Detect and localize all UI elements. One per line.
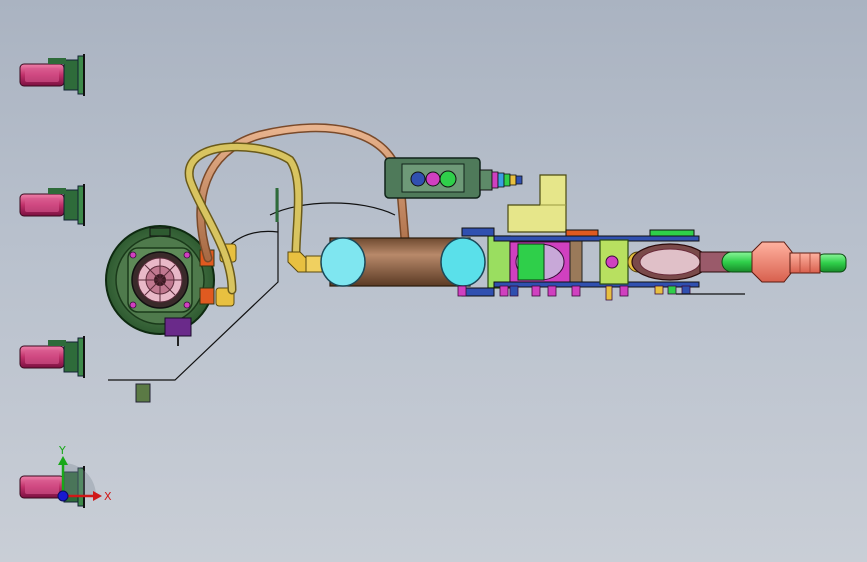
caster-1[interactable] [19,54,85,96]
rotary-turntable[interactable] [105,225,215,335]
axis-triad: X Y [57,444,112,503]
triad-y-arrow-icon [58,456,68,465]
pneumatic-cylinder[interactable] [320,237,486,287]
triad-z-origin-icon [57,490,69,502]
triad-x-arrow-icon [93,491,102,501]
base-foot [135,383,151,403]
caster-2[interactable] [19,184,85,226]
motor-purple[interactable] [164,317,192,346]
model-canvas[interactable]: X Y [0,0,867,562]
roller-guide[interactable] [631,243,731,281]
triad-y-label: Y [58,444,66,457]
cad-viewport[interactable]: X Y [0,0,867,562]
elbow-fitting[interactable] [287,251,323,273]
rod-end[interactable] [751,241,821,283]
caster-3[interactable] [19,336,85,378]
triad-x-label: X [104,490,112,503]
valve-control-box[interactable] [384,157,523,199]
